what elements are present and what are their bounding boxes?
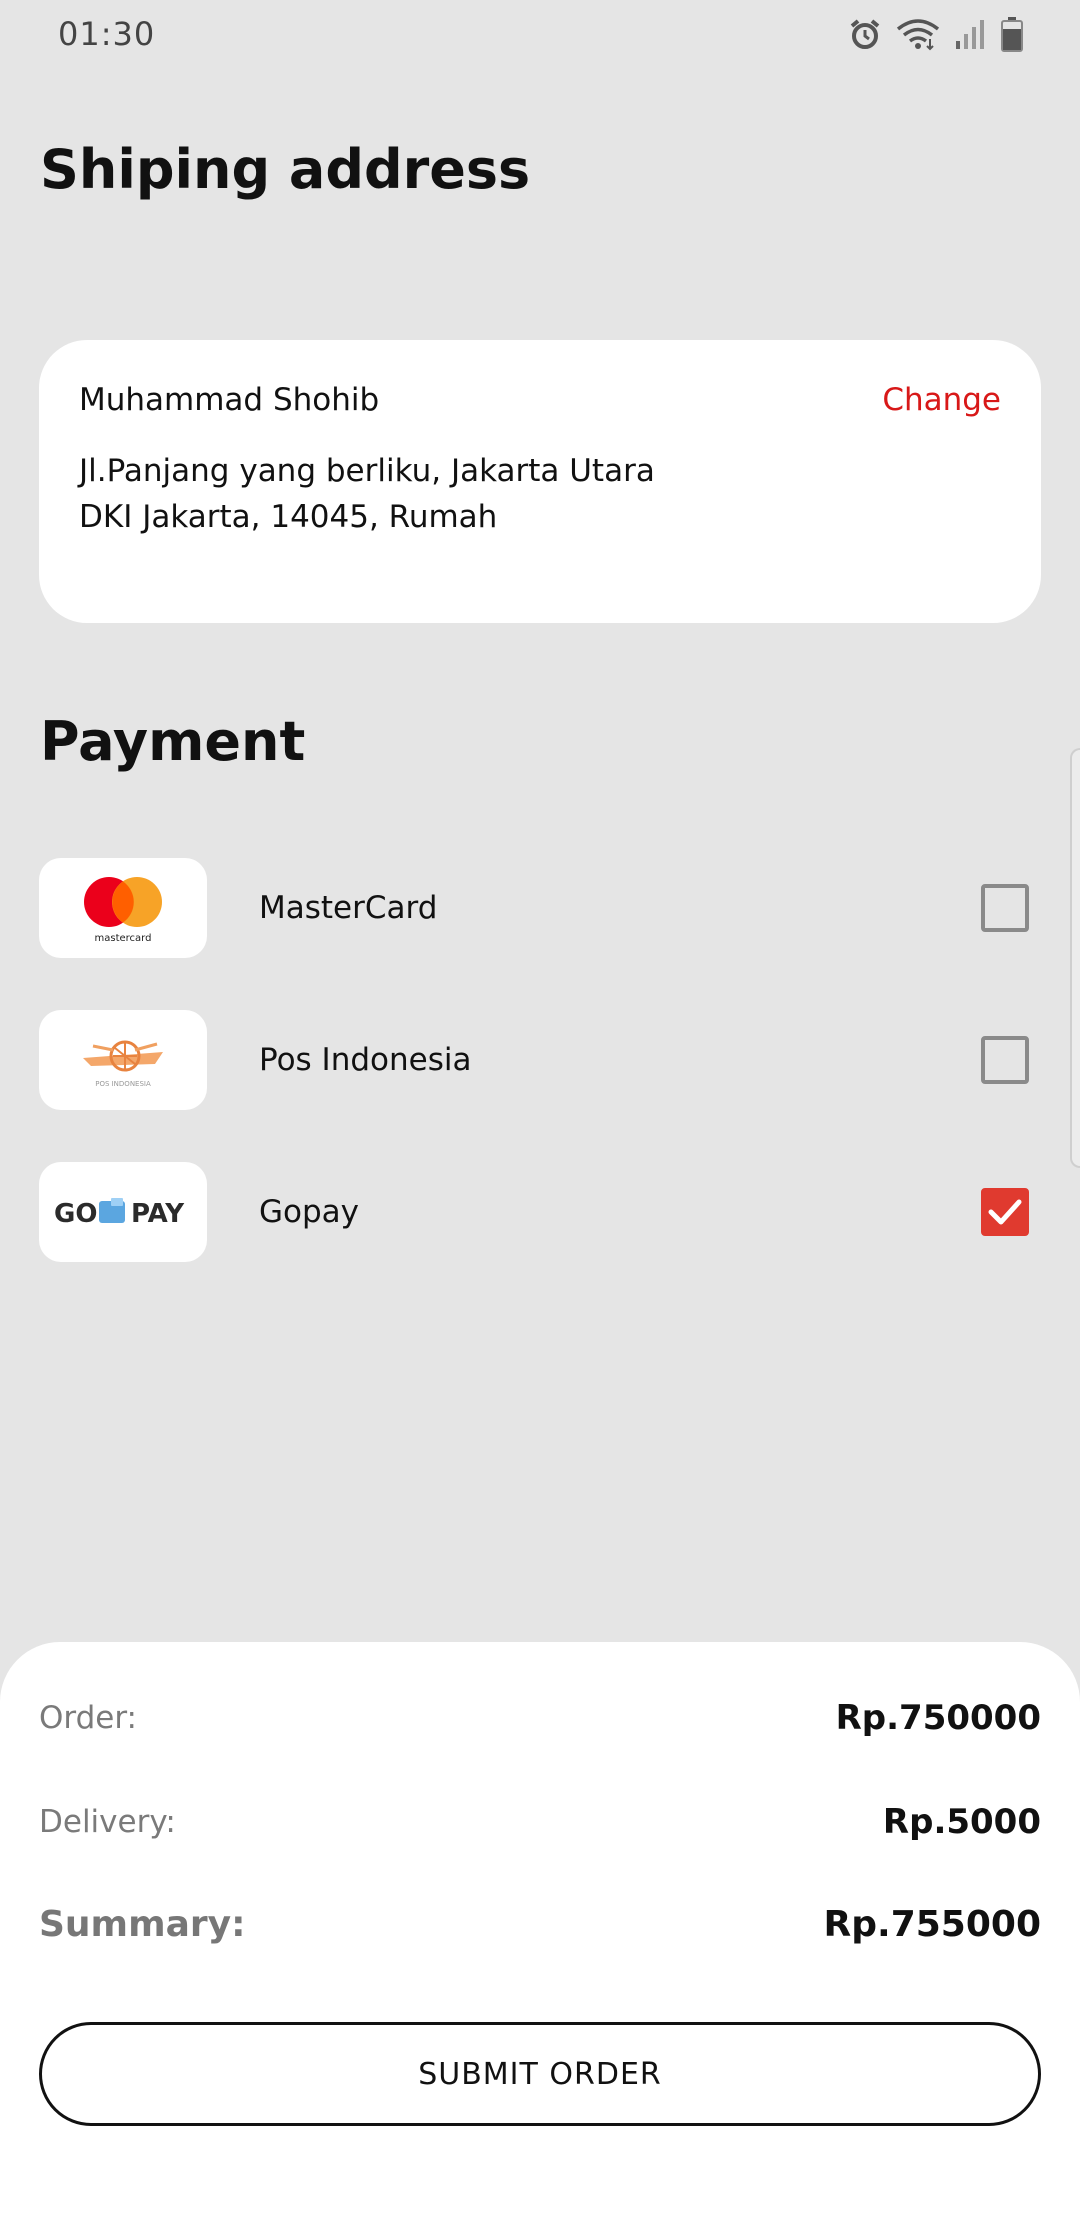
- edge-panel-handle[interactable]: [1070, 748, 1080, 1168]
- signal-icon: [954, 17, 986, 51]
- payment-option-mastercard[interactable]: mastercard MasterCard: [39, 858, 1041, 958]
- order-label: Order:: [39, 1700, 137, 1736]
- payment-label-pos-indonesia: Pos Indonesia: [259, 1042, 472, 1078]
- checkbox-mastercard[interactable]: [981, 884, 1029, 932]
- shipping-title: Shiping address: [40, 138, 531, 201]
- checkout-screen: 01:30 Shiping address Muhammad Shohib Ch…: [0, 0, 1080, 2220]
- status-bar: 01:30: [0, 0, 1080, 68]
- payment-title: Payment: [40, 710, 306, 773]
- order-summary-sheet: Order: Rp.750000 Delivery: Rp.5000 Summa…: [0, 1642, 1080, 2220]
- checkbox-gopay[interactable]: [981, 1188, 1029, 1236]
- submit-order-button[interactable]: SUBMIT ORDER: [39, 2022, 1041, 2126]
- summary-label: Summary:: [39, 1904, 246, 1945]
- pos-indonesia-logo: POS INDONESIA: [39, 1010, 207, 1110]
- delivery-label: Delivery:: [39, 1804, 176, 1840]
- status-time: 01:30: [58, 15, 156, 53]
- mastercard-logo-text: mastercard: [95, 933, 152, 944]
- address-line-1: Jl.Panjang yang berliku, Jakarta Utara: [79, 453, 655, 489]
- gopay-logo-text-right: PAY: [131, 1199, 185, 1229]
- gopay-logo: GO PAY: [39, 1162, 207, 1262]
- address-line-2: DKI Jakarta, 14045, Rumah: [79, 499, 498, 535]
- order-row: Order: Rp.750000: [39, 1698, 1041, 1738]
- payment-label-mastercard: MasterCard: [259, 890, 438, 926]
- change-address-button[interactable]: Change: [882, 382, 1001, 418]
- payment-label-gopay: Gopay: [259, 1194, 360, 1230]
- payment-option-pos-indonesia[interactable]: POS INDONESIA Pos Indonesia: [39, 1010, 1041, 1110]
- recipient-name: Muhammad Shohib: [79, 382, 380, 418]
- gopay-logo-text-left: GO: [54, 1199, 97, 1229]
- pos-indonesia-logo-text: POS INDONESIA: [95, 1080, 151, 1088]
- wifi-icon: [896, 17, 940, 51]
- address-card: Muhammad Shohib Change Jl.Panjang yang b…: [39, 340, 1041, 623]
- address-header: Muhammad Shohib Change: [79, 382, 1001, 418]
- mastercard-logo: mastercard: [39, 858, 207, 958]
- delivery-value: Rp.5000: [882, 1802, 1041, 1842]
- check-icon: [988, 1199, 1022, 1225]
- battery-icon: [1000, 16, 1024, 52]
- payment-option-gopay[interactable]: GO PAY Gopay: [39, 1162, 1041, 1262]
- address-text: Jl.Panjang yang berliku, Jakarta Utara D…: [79, 448, 1001, 540]
- summary-total-row: Summary: Rp.755000: [39, 1904, 1041, 1945]
- summary-value: Rp.755000: [823, 1904, 1041, 1945]
- alarm-icon: [848, 17, 882, 51]
- checkbox-pos-indonesia[interactable]: [981, 1036, 1029, 1084]
- status-icons: [848, 16, 1024, 52]
- delivery-row: Delivery: Rp.5000: [39, 1802, 1041, 1842]
- order-value: Rp.750000: [835, 1698, 1041, 1738]
